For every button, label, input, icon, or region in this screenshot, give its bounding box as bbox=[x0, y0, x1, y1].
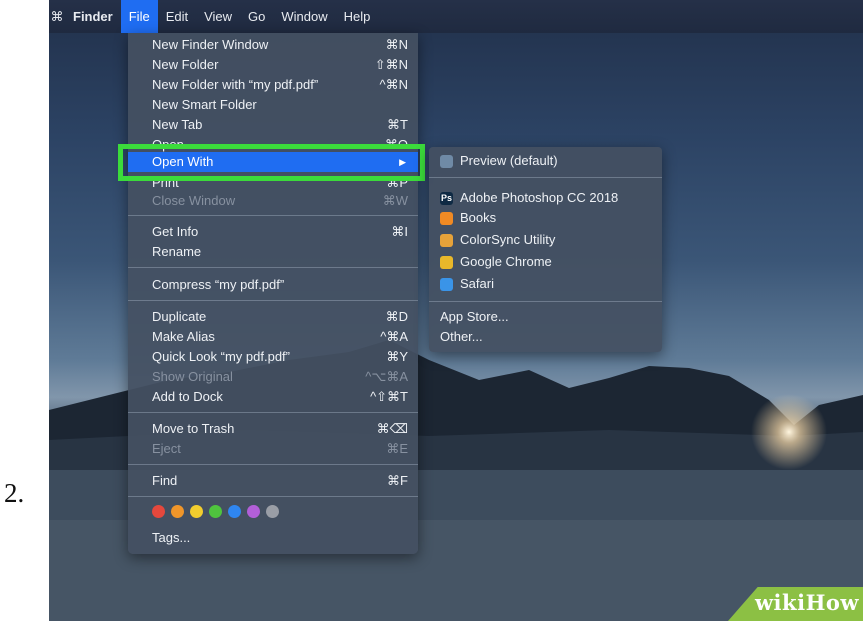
menu-separator bbox=[128, 412, 418, 413]
preview-icon bbox=[440, 155, 453, 168]
menu-item-new-finder-window[interactable]: New Finder Window ⌘N bbox=[128, 35, 418, 55]
submenu-item-colorsync[interactable]: ColorSync Utility bbox=[429, 230, 662, 250]
safari-icon bbox=[440, 278, 453, 291]
colorsync-icon bbox=[440, 234, 453, 247]
menu-item-compress[interactable]: Compress “my pdf.pdf” bbox=[128, 275, 418, 295]
menu-item-new-folder-with-selection[interactable]: New Folder with “my pdf.pdf” ^⌘N bbox=[128, 75, 418, 95]
menu-item-move-to-trash[interactable]: Move to Trash ⌘⌫ bbox=[128, 419, 418, 439]
file-menu: New Finder Window ⌘N New Folder ⇧⌘N New Fo… bbox=[128, 33, 418, 554]
submenu-item-books[interactable]: Books bbox=[429, 208, 662, 228]
menu-separator bbox=[128, 300, 418, 301]
menu-bar: ⌘ Finder File Edit View Go Window Help bbox=[49, 0, 863, 33]
submenu-item-chrome[interactable]: Google Chrome bbox=[429, 252, 662, 272]
menu-item-duplicate[interactable]: Duplicate ⌘D bbox=[128, 307, 418, 327]
menu-item-quick-look[interactable]: Quick Look “my pdf.pdf” ⌘Y bbox=[128, 347, 418, 367]
submenu-item-photoshop[interactable]: Ps Adobe Photoshop CC 2018 bbox=[429, 188, 662, 208]
menu-separator bbox=[429, 301, 662, 302]
highlight-annotation-box bbox=[118, 144, 425, 181]
tag-orange-dot[interactable] bbox=[171, 505, 184, 518]
menu-item-show-original: Show Original ^⌥⌘A bbox=[152, 369, 408, 384]
chrome-icon bbox=[440, 256, 453, 269]
menu-item-close-window: Close Window ⌘W bbox=[152, 193, 408, 208]
menu-window[interactable]: Window bbox=[273, 0, 335, 33]
menu-separator bbox=[128, 267, 418, 268]
submenu-item-safari[interactable]: Safari bbox=[429, 274, 662, 294]
tag-purple-dot[interactable] bbox=[247, 505, 260, 518]
tag-yellow-dot[interactable] bbox=[190, 505, 203, 518]
menu-separator bbox=[128, 496, 418, 497]
submenu-item-app-store[interactable]: App Store... bbox=[429, 307, 662, 327]
menu-go[interactable]: Go bbox=[240, 0, 273, 33]
books-icon bbox=[440, 212, 453, 225]
apple-icon[interactable]: ⌘ bbox=[49, 9, 65, 25]
step-number: 2. bbox=[4, 478, 25, 508]
menu-separator bbox=[128, 464, 418, 465]
tag-red-dot[interactable] bbox=[152, 505, 165, 518]
desktop-screenshot: ⌘ Finder File Edit View Go Window Help N… bbox=[49, 0, 863, 621]
menu-item-eject: Eject ⌘E bbox=[152, 441, 408, 456]
menu-file[interactable]: File bbox=[120, 0, 158, 33]
tag-blue-dot[interactable] bbox=[228, 505, 241, 518]
menu-help[interactable]: Help bbox=[336, 0, 379, 33]
menu-separator bbox=[429, 177, 662, 178]
tag-green-dot[interactable] bbox=[209, 505, 222, 518]
open-with-submenu: Preview (default) Ps Adobe Photoshop CC 2… bbox=[429, 147, 662, 352]
menu-item-add-to-dock[interactable]: Add to Dock ^⇧⌘T bbox=[128, 387, 418, 407]
menu-item-new-tab[interactable]: New Tab ⌘T bbox=[128, 115, 418, 135]
tag-gray-dot[interactable] bbox=[266, 505, 279, 518]
menu-view[interactable]: View bbox=[196, 0, 240, 33]
menu-item-tags[interactable]: Tags... bbox=[128, 528, 418, 548]
menu-item-make-alias[interactable]: Make Alias ^⌘A bbox=[128, 327, 418, 347]
photoshop-icon: Ps bbox=[440, 192, 453, 205]
menu-edit[interactable]: Edit bbox=[158, 0, 196, 33]
menu-item-find[interactable]: Find ⌘F bbox=[128, 471, 418, 491]
menu-item-rename[interactable]: Rename bbox=[128, 242, 418, 262]
menu-finder[interactable]: Finder bbox=[65, 0, 121, 33]
submenu-item-other[interactable]: Other... bbox=[429, 327, 662, 347]
menu-separator bbox=[128, 215, 418, 216]
menu-item-new-folder[interactable]: New Folder ⇧⌘N bbox=[128, 55, 418, 75]
menu-item-new-smart-folder[interactable]: New Smart Folder bbox=[128, 95, 418, 115]
menu-item-get-info[interactable]: Get Info ⌘I bbox=[128, 222, 418, 242]
submenu-item-preview[interactable]: Preview (default) bbox=[429, 151, 662, 171]
